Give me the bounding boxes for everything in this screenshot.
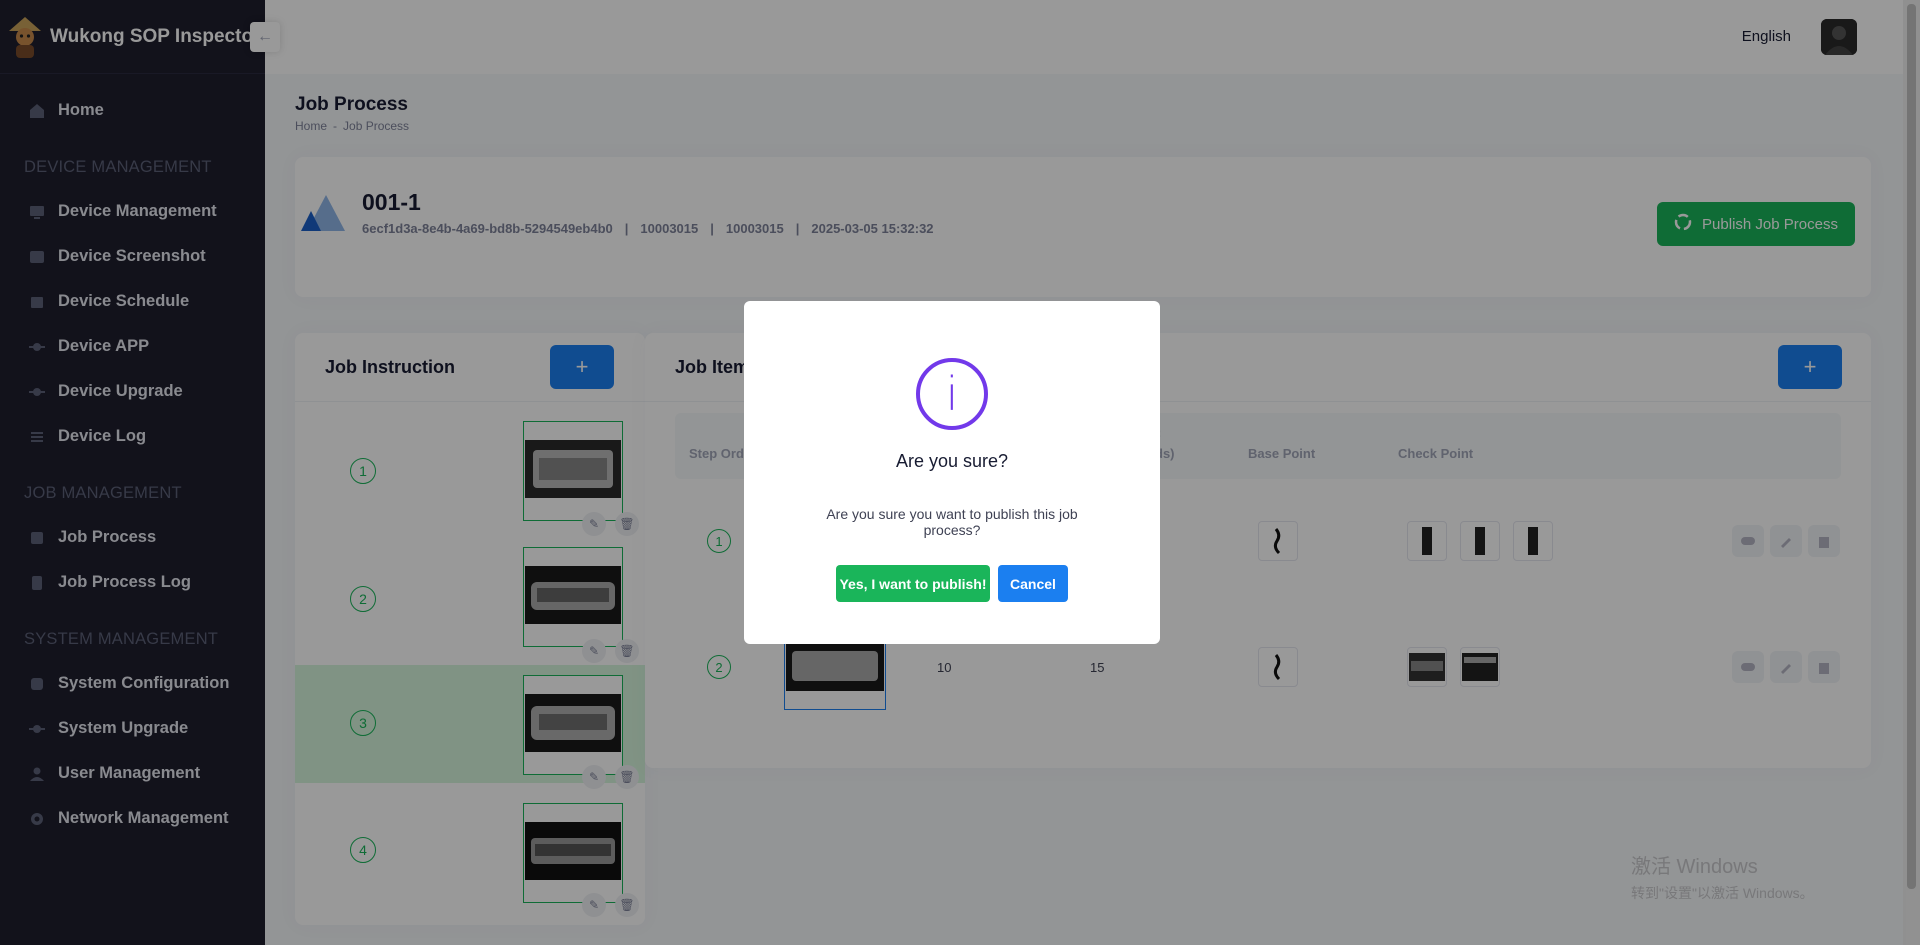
info-icon: i	[916, 358, 988, 430]
dialog-message: Are you sure you want to publish this jo…	[826, 506, 1078, 538]
confirm-publish-button[interactable]: Yes, I want to publish!	[836, 565, 990, 602]
dialog-title: Are you sure?	[895, 451, 1009, 471]
confirm-dialog: i Are you sure? Are you sure you want to…	[744, 301, 1160, 644]
cancel-button[interactable]: Cancel	[998, 565, 1068, 602]
